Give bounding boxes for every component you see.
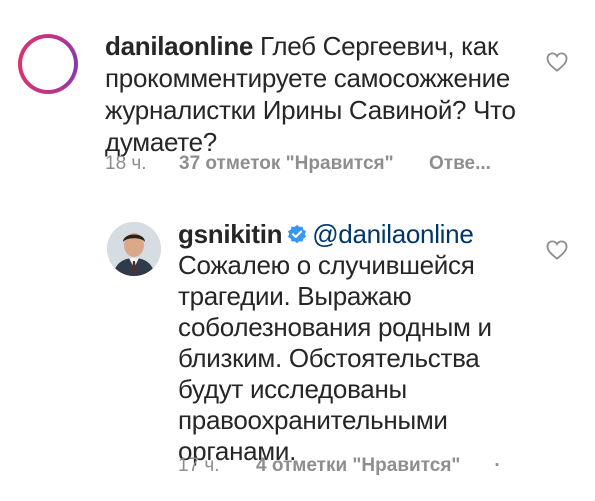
more-options-button[interactable]: ·	[494, 455, 500, 477]
avatar[interactable]	[107, 222, 161, 276]
comment-time[interactable]: 17 ч.	[178, 455, 256, 477]
comment-time[interactable]: 18 ч.	[105, 153, 179, 175]
comment-text: Сожалею о случившейся трагедии. Выражаю …	[178, 250, 492, 466]
comment-body: danilaonline Глеб Сергеевич, как прокомм…	[105, 30, 525, 158]
comment-body: gsnikitin @danilaonline Сожалею о случив…	[178, 219, 508, 467]
comment-likes[interactable]: 37 отметок "Нравится"	[179, 153, 429, 175]
verified-badge-icon	[286, 222, 308, 244]
comment-username[interactable]: danilaonline	[105, 31, 253, 61]
comment-meta: 17 ч. 4 отметки "Нравится" ·	[178, 455, 501, 477]
comment-meta: 18 ч. 37 отметок "Нравится" Отве...	[105, 153, 491, 175]
reply-button[interactable]: Отве...	[429, 153, 491, 175]
like-heart-icon[interactable]	[546, 52, 568, 72]
avatar[interactable]	[18, 34, 78, 94]
comment-likes[interactable]: 4 отметки "Нравится"	[256, 455, 460, 477]
comments-thread: danilaonline Глеб Сергеевич, как прокомм…	[0, 0, 595, 501]
like-heart-icon[interactable]	[546, 240, 568, 260]
mention-link[interactable]: @danilaonline	[312, 219, 474, 249]
comment-username[interactable]: gsnikitin	[178, 219, 283, 249]
